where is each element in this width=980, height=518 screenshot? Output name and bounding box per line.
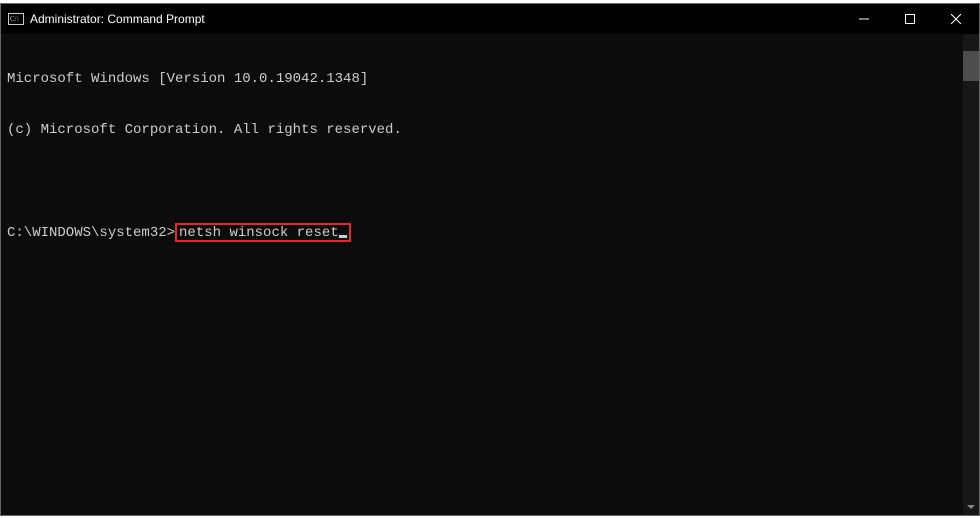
prompt-text: C:\WINDOWS\system32> <box>7 225 175 242</box>
command-highlight: netsh winsock reset <box>175 223 351 242</box>
vertical-scrollbar[interactable] <box>963 34 979 515</box>
titlebar[interactable]: C:\ Administrator: Command Prompt <box>1 4 979 34</box>
command-text: netsh winsock reset <box>179 225 339 242</box>
close-button[interactable] <box>933 4 979 34</box>
output-line: Microsoft Windows [Version 10.0.19042.13… <box>7 71 973 88</box>
minimize-button[interactable] <box>841 4 887 34</box>
command-prompt-window: C:\ Administrator: Command Prompt Micros… <box>0 3 980 516</box>
cursor <box>339 235 347 238</box>
terminal-output[interactable]: Microsoft Windows [Version 10.0.19042.13… <box>1 34 979 515</box>
window-controls <box>841 4 979 34</box>
output-line: (c) Microsoft Corporation. All rights re… <box>7 122 973 139</box>
svg-text:C:\: C:\ <box>10 15 19 23</box>
cmd-icon: C:\ <box>8 11 24 27</box>
maximize-button[interactable] <box>887 4 933 34</box>
window-title: Administrator: Command Prompt <box>30 12 205 26</box>
scroll-thumb[interactable] <box>963 51 979 81</box>
blank-line <box>7 173 973 190</box>
prompt-line: C:\WINDOWS\system32>netsh winsock reset <box>7 224 973 241</box>
scroll-down-arrow[interactable] <box>963 498 979 515</box>
